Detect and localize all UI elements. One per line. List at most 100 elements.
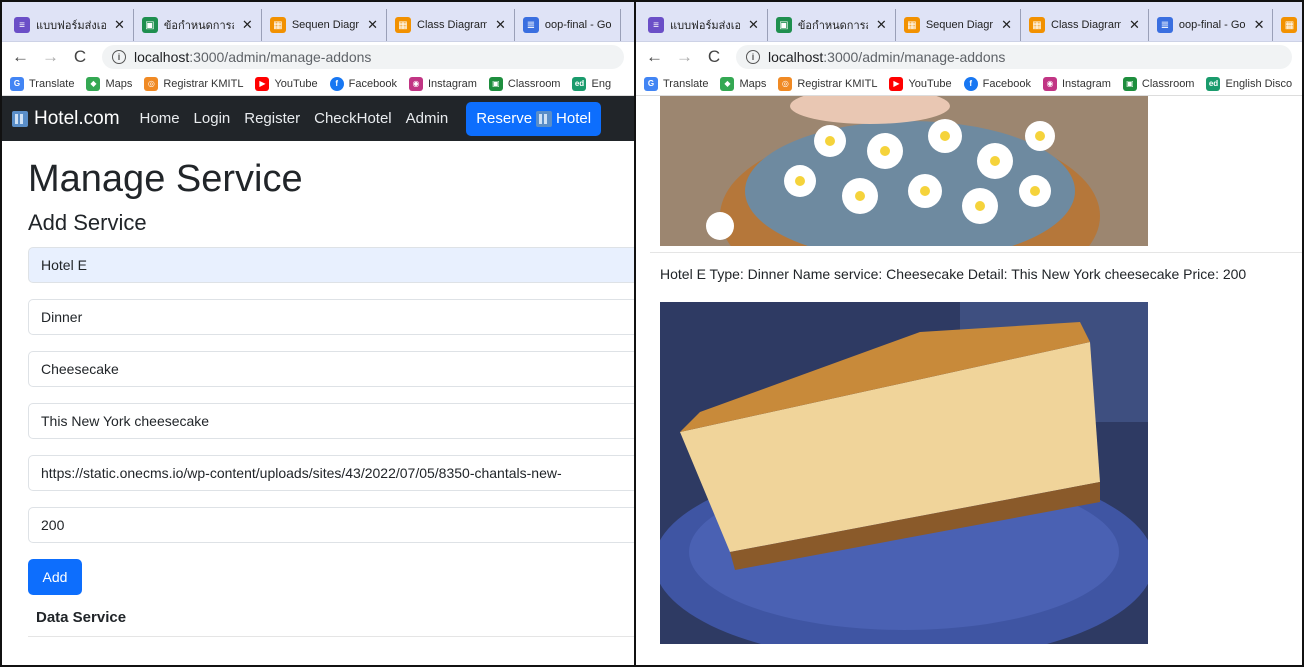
bookmark-label: Eng	[591, 77, 612, 90]
bookmark-label: Classroom	[1141, 77, 1195, 90]
type-input[interactable]: Dinner	[28, 298, 634, 335]
close-icon[interactable]: ✕	[1129, 17, 1140, 33]
info-icon[interactable]: i	[746, 50, 760, 64]
spa-flowers-illustration	[660, 96, 1148, 246]
classroom-icon: ▣	[775, 17, 792, 33]
back-icon[interactable]: ←	[12, 47, 29, 67]
bookmark-youtube[interactable]: ▶ YouTube	[889, 76, 952, 91]
bookmark-label: Facebook	[348, 77, 397, 90]
tab-sequence-diagram[interactable]: ▦ Sequen Diagr ✕	[262, 9, 387, 41]
bookmarks-bar: G Translate ◆ Maps ◎ Registrar KMITL ▶ YouTu…	[2, 72, 634, 96]
bookmark-translate[interactable]: G Translate	[10, 76, 75, 91]
tab-oop-final[interactable]: ≣ oop-final - Go ✕	[1149, 9, 1274, 41]
tab-label: ข้อกำหนดการส่	[797, 20, 868, 32]
nav-admin[interactable]: Admin	[406, 110, 449, 127]
url-input[interactable]: i localhost:3000/admin/manage-addons	[102, 45, 624, 69]
tab-requirements[interactable]: ▣ ข้อกำหนดการส่ ✕	[768, 9, 896, 41]
nav-login[interactable]: Login	[194, 110, 231, 127]
bookmark-registrar[interactable]: ◎ Registrar KMITL	[144, 76, 243, 91]
brand-link[interactable]: Hotel.com	[12, 108, 120, 130]
bookmark-maps[interactable]: ◆ Maps	[720, 76, 767, 91]
close-icon[interactable]: ✕	[242, 17, 253, 33]
bookmark-classroom[interactable]: ▣ Classroom	[1122, 76, 1195, 91]
tab-use-case[interactable]: ▦ Us	[1273, 9, 1302, 41]
maps-icon: ◆	[86, 76, 101, 91]
form-icon: ≡	[648, 17, 664, 33]
diagram-icon: ▦	[395, 17, 411, 33]
bookmark-label: Maps	[105, 77, 133, 90]
tab-strip: ≡ แบบฟอร์มส่งเอก ✕ ▣ ข้อกำหนดการส่ ✕ ▦ S…	[636, 2, 1302, 42]
bookmark-label: Instagram	[427, 77, 477, 90]
address-bar: ← → C i localhost:3000/admin/manage-addo…	[636, 42, 1302, 72]
manage-service-form: Manage Service Add Service Hotel E Dinne…	[2, 141, 634, 651]
image-url-input[interactable]: https://static.onecms.io/wp-content/uplo…	[28, 454, 634, 491]
diagram-icon: ▦	[903, 17, 920, 33]
diagram-icon: ▦	[269, 17, 286, 33]
translate-icon: G	[644, 76, 658, 91]
bookmark-facebook[interactable]: f Facebook	[963, 76, 1031, 91]
tab-form[interactable]: ≡ แบบฟอร์มส่งเอก ✕	[6, 9, 134, 41]
bookmark-youtube[interactable]: ▶ YouTube	[255, 76, 318, 91]
bookmark-maps[interactable]: ◆ Maps	[86, 76, 133, 91]
url-input[interactable]: i localhost:3000/admin/manage-addons	[736, 45, 1292, 69]
tab-requirements[interactable]: ▣ ข้อกำหนดการส่ ✕	[134, 9, 262, 41]
classroom-icon: ▣	[488, 76, 503, 91]
bookmark-facebook[interactable]: f Facebook	[329, 76, 397, 91]
cheesecake-illustration	[660, 302, 1148, 644]
service-image-cheesecake	[660, 302, 1148, 644]
bookmark-registrar[interactable]: ◎ Registrar KMITL	[778, 76, 877, 91]
close-icon[interactable]: ✕	[114, 17, 125, 33]
tab-form[interactable]: ≡ แบบฟอร์มส่งเอก ✕	[640, 9, 768, 41]
data-service-heading: Data Service	[36, 608, 127, 626]
maps-icon: ◆	[720, 76, 735, 91]
bookmark-label: Translate	[663, 77, 709, 90]
close-icon[interactable]: ✕	[748, 17, 759, 33]
registrar-icon: ◎	[144, 76, 159, 91]
tab-label: Sequen Diagr	[925, 19, 994, 31]
back-icon[interactable]: ←	[646, 47, 663, 67]
close-icon[interactable]: ✕	[1254, 17, 1265, 33]
forward-icon[interactable]: →	[42, 47, 59, 67]
bookmark-english[interactable]: ed Eng	[572, 76, 612, 91]
bookmark-classroom[interactable]: ▣ Classroom	[488, 76, 560, 91]
price-input[interactable]: 200	[28, 506, 634, 543]
bookmark-translate[interactable]: G Translate	[644, 76, 709, 91]
bookmark-instagram[interactable]: ◉ Instagram	[1042, 76, 1111, 91]
youtube-icon: ▶	[889, 76, 904, 91]
tab-oop-final[interactable]: ≣ oop-final - Go	[515, 9, 621, 41]
close-icon[interactable]: ✕	[1001, 17, 1012, 33]
tab-label: แบบฟอร์มส่งเอก	[36, 20, 106, 32]
add-button[interactable]: Add	[28, 558, 82, 595]
youtube-icon: ▶	[255, 76, 270, 91]
right-browser-window: ≡ แบบฟอร์มส่งเอก ✕ ▣ ข้อกำหนดการส่ ✕ ▦ S…	[634, 0, 1304, 667]
name-input[interactable]: Cheesecake	[28, 350, 634, 387]
tab-sequence-diagram[interactable]: ▦ Sequen Diagr ✕	[896, 9, 1021, 41]
bookmark-label: Translate	[29, 77, 75, 90]
close-icon[interactable]: ✕	[367, 17, 378, 33]
nav-checkhotel[interactable]: CheckHotel	[314, 110, 392, 127]
tab-label: ข้อกำหนดการส่	[163, 20, 234, 32]
hotel-input[interactable]: Hotel E	[28, 246, 634, 283]
tab-label: Class Diagram	[417, 19, 487, 31]
close-icon[interactable]: ✕	[876, 17, 887, 33]
nav-home[interactable]: Home	[140, 110, 180, 127]
reserve-suffix: Hotel	[556, 110, 592, 127]
bookmark-label: YouTube	[274, 77, 318, 90]
reserve-hotel-button[interactable]: Reserve Hotel	[466, 101, 602, 136]
address-bar: ← → C i localhost:3000/admin/manage-addo…	[2, 42, 634, 72]
bookmark-english[interactable]: ed English Disco	[1206, 76, 1292, 91]
reload-icon[interactable]: C	[706, 47, 722, 67]
tab-class-diagram[interactable]: ▦ Class Diagram ✕	[387, 9, 515, 41]
bookmark-label: Maps	[739, 77, 767, 90]
nav-register[interactable]: Register	[244, 110, 300, 127]
reload-icon[interactable]: C	[72, 47, 88, 67]
ed-icon: ed	[572, 76, 587, 91]
info-icon[interactable]: i	[112, 50, 126, 64]
close-icon[interactable]: ✕	[495, 17, 506, 33]
forward-icon[interactable]: →	[676, 47, 693, 67]
tab-class-diagram[interactable]: ▦ Class Diagram ✕	[1021, 9, 1149, 41]
classroom-icon: ▣	[141, 17, 158, 33]
tab-label: Sequen Diagr	[291, 19, 360, 31]
bookmark-instagram[interactable]: ◉ Instagram	[408, 76, 477, 91]
detail-input[interactable]: This New York cheesecake	[28, 402, 634, 439]
